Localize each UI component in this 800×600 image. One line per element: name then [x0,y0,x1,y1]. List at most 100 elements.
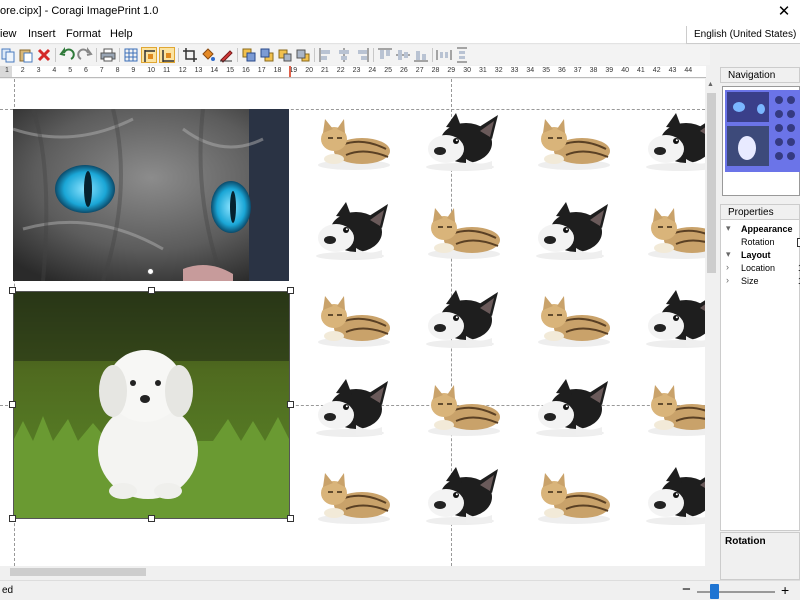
zoom-in-button[interactable]: + [781,582,789,598]
resize-handle-bottom-left[interactable] [9,515,16,522]
property-row-location[interactable]: › Location 1 [721,262,800,275]
undo-icon[interactable] [59,47,75,63]
align-center-icon[interactable] [336,47,352,63]
send-back-icon[interactable] [259,47,275,63]
ruler-tick-label: 44 [684,67,693,74]
grid-icon[interactable] [123,47,139,63]
vertical-scrollbar[interactable]: ▲ [705,79,718,566]
ruler-tick-label: 5 [68,67,73,74]
align-bottom-icon[interactable] [159,47,175,63]
ruler-tick-label: 7 [99,67,104,74]
move-down-icon[interactable] [295,47,311,63]
property-category-layout[interactable]: ▾ Layout [721,249,800,262]
resize-handle-top-right[interactable] [287,287,294,294]
collapse-arrow-icon[interactable]: ▾ [726,223,731,234]
cat-tile[interactable] [528,286,616,350]
ruler-tick-label: 28 [431,67,440,74]
dog-tile[interactable] [308,375,396,439]
scroll-up-arrow-icon[interactable]: ▲ [707,81,714,88]
navigation-thumbnail[interactable] [725,90,800,172]
align-right-icon[interactable] [354,47,370,63]
close-button[interactable]: ✕ [774,2,794,22]
print-icon[interactable] [100,47,116,63]
bring-front-icon[interactable] [241,47,257,63]
distribute-v-icon[interactable] [454,47,470,63]
cat-photo[interactable] [13,109,289,281]
cat-tile[interactable] [528,109,616,173]
properties-panel-header[interactable]: Properties [720,204,800,220]
menu-help[interactable]: Help [110,28,133,40]
align-top-icon[interactable] [377,47,393,63]
zoom-out-button[interactable]: − [682,582,691,598]
dog-tile[interactable] [638,463,705,527]
ruler-tick-label: 41 [637,67,645,74]
align-middle-icon[interactable] [395,47,411,63]
ruler-tick-label: 32 [494,67,503,74]
toolbar-separator [373,48,374,62]
crop-icon[interactable] [182,47,198,63]
property-row-size[interactable]: › Size 1 [721,275,800,288]
cat-tile[interactable] [308,286,396,350]
ruler-tick-label: 24 [368,67,377,74]
document-canvas[interactable] [0,79,705,566]
redo-icon[interactable] [77,47,93,63]
navigation-panel-header[interactable]: Navigation [720,67,800,83]
dog-tile[interactable] [418,463,506,527]
expand-arrow-icon[interactable]: › [726,262,729,272]
zoom-slider-track[interactable] [697,591,775,593]
cat-tile[interactable] [528,463,616,527]
ruler-tick-label: 21 [321,67,329,74]
navigation-panel[interactable] [722,86,800,196]
cat-tile[interactable] [638,198,705,262]
dog-tile[interactable] [528,198,616,262]
property-description-panel: Rotation [720,532,800,580]
resize-handle-bottom-right[interactable] [287,515,294,522]
resize-handle-top-left[interactable] [9,287,16,294]
dog-tile[interactable] [418,109,506,173]
ruler-tick-label: 29 [447,67,456,74]
horizontal-scrollbar[interactable] [0,566,718,578]
pen-icon[interactable] [218,47,234,63]
horizontal-scroll-thumb[interactable] [10,568,146,576]
collapse-arrow-icon[interactable]: ▾ [726,249,731,260]
dog-tile[interactable] [308,198,396,262]
expand-arrow-icon[interactable]: › [726,275,729,285]
fill-icon[interactable] [200,47,216,63]
paste-icon[interactable] [18,47,34,63]
cat-tile[interactable] [638,375,705,439]
dog-tile[interactable] [638,286,705,350]
status-text: ed [2,585,14,596]
dog-tile[interactable] [528,375,616,439]
horizontal-ruler[interactable]: 1 2 3 4 5 6 7 8 9 10 11 12 13 14 15 16 17 18 19 20 21 22 23 24 2… [0,66,706,78]
resize-handle-right[interactable] [287,401,294,408]
rotation-handle[interactable] [147,268,154,275]
cat-tile[interactable] [308,109,396,173]
menu-view[interactable]: iew [0,28,17,40]
ruler-tick-label: 36 [558,67,566,74]
delete-icon[interactable] [36,47,52,63]
property-row-rotation[interactable]: Rotation [721,236,800,249]
align-bottom-edge-icon[interactable] [413,47,429,63]
distribute-h-icon[interactable] [436,47,452,63]
copy-icon[interactable] [0,47,16,63]
align-left-icon[interactable] [318,47,334,63]
move-up-icon[interactable] [277,47,293,63]
zoom-slider-thumb[interactable] [710,584,720,599]
ruler-tick-label: 2 [20,67,25,74]
resize-handle-left[interactable] [9,401,16,408]
resize-handle-bottom[interactable] [148,515,155,522]
dog-tile[interactable] [418,286,506,350]
property-category-appearance[interactable]: ▾ Appearance [721,223,800,236]
align-top-left-icon[interactable] [141,47,157,63]
cat-tile[interactable] [418,375,506,439]
menu-insert[interactable]: Insert [28,28,56,40]
toolbar-separator [55,48,56,62]
language-indicator[interactable]: English (United States) [686,26,800,44]
cat-tile[interactable] [308,463,396,527]
ruler-tick-label: 10 [147,67,155,74]
menu-format[interactable]: Format [66,28,101,40]
vertical-scroll-thumb[interactable] [707,93,716,273]
dog-tile[interactable] [638,109,705,173]
cat-tile[interactable] [418,198,506,262]
resize-handle-top[interactable] [148,287,155,294]
